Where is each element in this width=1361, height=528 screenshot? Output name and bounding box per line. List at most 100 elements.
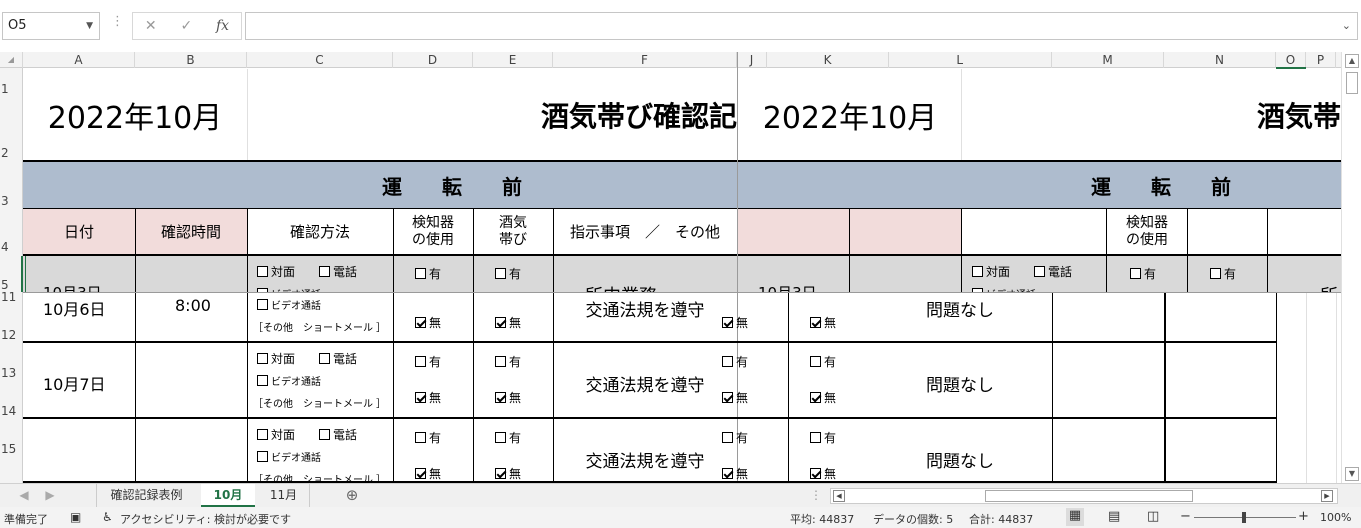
col-header-o[interactable]: O: [1276, 52, 1306, 68]
macro-record-icon[interactable]: ▣: [70, 510, 81, 524]
horizontal-scrollbar[interactable]: ◀ ▶: [830, 488, 1338, 504]
checkbox-icon[interactable]: [1034, 266, 1045, 277]
header-date-right[interactable]: [738, 209, 850, 254]
col-header-l[interactable]: L: [889, 52, 1052, 68]
col-header-d[interactable]: D: [393, 52, 473, 68]
checkbox-icon[interactable]: [810, 432, 821, 443]
insert-function-icon[interactable]: fx: [216, 18, 229, 34]
row-header-3[interactable]: 3: [0, 194, 23, 208]
scroll-down-icon[interactable]: ▼: [1345, 467, 1359, 481]
checkbox-icon[interactable]: [495, 268, 506, 279]
tab-november[interactable]: 11月: [258, 484, 310, 507]
checkbox-icon[interactable]: [319, 266, 330, 277]
checkbox-checked-icon[interactable]: [810, 392, 821, 403]
scroll-thumb[interactable]: [1346, 72, 1358, 94]
col-header-n[interactable]: N: [1164, 52, 1276, 68]
row-header-13[interactable]: 13: [0, 366, 23, 380]
checkbox-checked-icon[interactable]: [415, 468, 426, 479]
expand-formula-icon[interactable]: ⌄: [1342, 19, 1351, 32]
hscroll-thumb[interactable]: [985, 490, 1193, 502]
checkbox-checked-icon[interactable]: [495, 392, 506, 403]
col-header-e[interactable]: E: [473, 52, 553, 68]
vertical-scrollbar[interactable]: ▲ ▼: [1341, 52, 1361, 483]
section-heading-right[interactable]: 運 転 前: [738, 162, 1341, 208]
col-header-a[interactable]: A: [23, 52, 135, 68]
header-instruction[interactable]: 指示事項 ／ その他: [553, 209, 737, 254]
checkbox-icon[interactable]: [257, 353, 268, 364]
checkbox-icon[interactable]: [722, 432, 733, 443]
cancel-icon[interactable]: ✕: [145, 18, 157, 34]
checkbox-icon[interactable]: [319, 353, 330, 364]
col-header-m[interactable]: M: [1052, 52, 1164, 68]
checkbox-icon[interactable]: [495, 432, 506, 443]
checkbox-icon[interactable]: [257, 299, 268, 310]
checkbox-icon[interactable]: [257, 266, 268, 277]
col-header-f[interactable]: F: [553, 52, 737, 68]
checkbox-checked-icon[interactable]: [722, 468, 733, 479]
checkbox-icon[interactable]: [257, 375, 268, 386]
month-title-left[interactable]: 2022年10月: [23, 69, 247, 160]
checkbox-checked-icon[interactable]: [415, 392, 426, 403]
tab-next-icon[interactable]: ▶: [40, 484, 60, 507]
zoom-out-icon[interactable]: −: [1180, 509, 1191, 524]
checkbox-icon[interactable]: [495, 356, 506, 367]
accessibility-icon[interactable]: ♿: [102, 510, 113, 524]
month-title-right[interactable]: 2022年10月: [738, 69, 962, 160]
status-accessibility[interactable]: アクセシビリティ: 検討が必要です: [120, 511, 291, 527]
checkbox-checked-icon[interactable]: [810, 468, 821, 479]
row-header-4[interactable]: 4: [0, 240, 23, 254]
checkbox-icon[interactable]: [257, 429, 268, 440]
page-break-icon[interactable]: ◫: [1147, 509, 1159, 524]
section-heading-left[interactable]: 運 転 前: [23, 162, 737, 208]
header-time-right[interactable]: [850, 209, 962, 254]
doc-title-left[interactable]: 酒気帯び確認記: [247, 69, 737, 160]
zoom-level[interactable]: 100%: [1320, 511, 1351, 524]
name-box[interactable]: O5 ▼: [2, 12, 100, 40]
enter-icon[interactable]: ✓: [180, 18, 192, 34]
checkbox-icon[interactable]: [415, 356, 426, 367]
row-header-2[interactable]: 2: [0, 146, 23, 160]
table-row[interactable]: 対面 電話 ビデオ通話 ［その他 ショートメール ］ 有無有無交通法規を遵守有無有無問題…: [23, 419, 1341, 483]
checkbox-icon[interactable]: [810, 356, 821, 367]
checkbox-icon[interactable]: [415, 268, 426, 279]
header-drunk[interactable]: 酒気 帯び: [473, 209, 553, 254]
worksheet-grid[interactable]: ◢ A B C D E F J K L M N O P 1 2 3 4 5 11…: [0, 52, 1341, 483]
header-time[interactable]: 確認時間: [135, 209, 247, 254]
zoom-slider-thumb[interactable]: [1242, 512, 1246, 523]
checkbox-icon[interactable]: [972, 266, 983, 277]
row-5-frozen[interactable]: 10月3日 対面 電話 ビデオ通話 有 有 所内業務 10月3日 対面 電話 ビ…: [23, 256, 1341, 292]
checkbox-checked-icon[interactable]: [495, 468, 506, 479]
scroll-up-icon[interactable]: ▲: [1345, 54, 1359, 68]
col-header-p[interactable]: P: [1306, 52, 1336, 68]
checkbox-icon[interactable]: [1210, 268, 1221, 279]
checkbox-icon[interactable]: [1130, 268, 1141, 279]
table-row[interactable]: 10月6日 8:00 ビデオ通話 ［その他 ショートメール ］ 無無交通法規を遵守無無問…: [23, 293, 1341, 343]
checkbox-icon[interactable]: [415, 432, 426, 443]
checkbox-checked-icon[interactable]: [810, 317, 821, 328]
checkbox-checked-icon[interactable]: [722, 392, 733, 403]
chevron-down-icon[interactable]: ▼: [86, 13, 93, 39]
zoom-in-icon[interactable]: +: [1298, 509, 1309, 524]
checkbox-icon[interactable]: [319, 429, 330, 440]
doc-title-right[interactable]: 酒気帯: [962, 69, 1341, 160]
tab-example[interactable]: 確認記録表例: [96, 484, 196, 507]
table-row[interactable]: 10月7日 対面 電話 ビデオ通話 ［その他 ショートメール ］ 有無有無交通法規を遵守有…: [23, 343, 1341, 419]
checkbox-checked-icon[interactable]: [495, 317, 506, 328]
tab-october[interactable]: 10月: [201, 484, 255, 507]
page-layout-icon[interactable]: ▤: [1108, 509, 1120, 524]
scroll-right-icon[interactable]: ▶: [1321, 490, 1333, 502]
status-count[interactable]: データの個数: 5: [873, 511, 953, 527]
header-method[interactable]: 確認方法: [247, 209, 393, 254]
checkbox-checked-icon[interactable]: [722, 317, 733, 328]
normal-view-icon[interactable]: ▦: [1066, 508, 1084, 526]
status-average[interactable]: 平均: 44837: [790, 511, 854, 527]
col-header-c[interactable]: C: [247, 52, 393, 68]
row-header-11[interactable]: 11: [0, 290, 23, 304]
row-header-14[interactable]: 14: [0, 404, 23, 418]
tab-prev-icon[interactable]: ◀: [14, 484, 34, 507]
scroll-left-icon[interactable]: ◀: [833, 490, 845, 502]
status-sum[interactable]: 合計: 44837: [969, 511, 1033, 527]
row-header-12[interactable]: 12: [0, 328, 23, 342]
col-header-j[interactable]: J: [737, 52, 767, 68]
select-all-corner[interactable]: ◢: [0, 52, 23, 68]
